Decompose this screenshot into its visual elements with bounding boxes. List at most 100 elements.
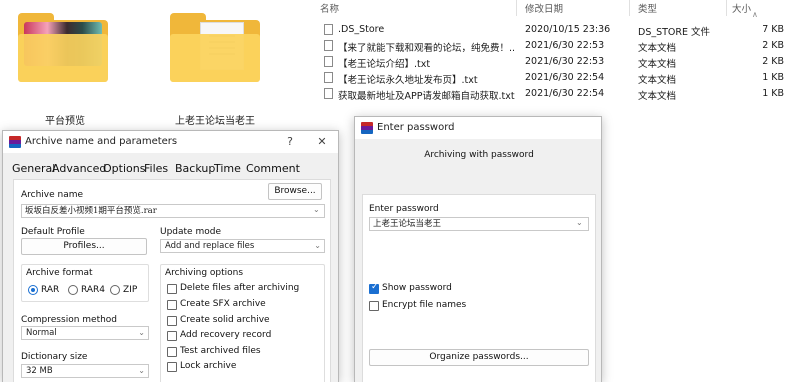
file-type: 文本文档 — [638, 59, 677, 70]
file-icon — [324, 40, 333, 51]
checkbox-show-password[interactable] — [369, 282, 379, 294]
file-icon — [324, 56, 333, 67]
file-name: .DS_Store — [338, 24, 385, 35]
create-solid-label[interactable]: Create solid archive — [180, 315, 270, 325]
column-size[interactable]: 大小 — [732, 1, 751, 15]
radio-zip-label[interactable]: ZIP — [123, 285, 137, 295]
delete-files-label[interactable]: Delete files after archiving — [180, 283, 299, 293]
archive-format-group: Archive format RAR RAR4 ZIP — [21, 264, 149, 302]
general-panel: Archive name Browse... 坂坂白反差小视频1期平台预览.ra… — [13, 179, 331, 382]
checkbox-lock-archive[interactable] — [167, 362, 177, 372]
chevron-down-icon[interactable]: ⌄ — [313, 205, 327, 214]
sort-chevron-icon: ∧ — [752, 10, 758, 19]
recovery-record-label[interactable]: Add recovery record — [180, 330, 271, 340]
file-row[interactable]: 【老王论坛永久地址发布页】.txt 2021/6/30 22:54 文本文档 1… — [316, 70, 800, 86]
file-size: 1 KB — [762, 72, 784, 83]
chevron-down-icon: ⌄ — [314, 241, 321, 250]
radio-zip[interactable] — [110, 285, 120, 295]
folder-label[interactable]: 平台预览 — [0, 112, 130, 127]
checkbox-create-sfx[interactable] — [167, 300, 177, 310]
update-mode-label: Update mode — [160, 227, 221, 237]
password-dialog: Enter password Archiving with password E… — [354, 116, 602, 382]
file-date: 2021/6/30 22:53 — [525, 56, 605, 67]
tab-time[interactable]: Time — [214, 162, 241, 175]
winrar-icon — [361, 122, 373, 134]
folder-icon[interactable] — [170, 13, 260, 82]
radio-rar4[interactable] — [68, 285, 78, 295]
file-row[interactable]: 【来了就能下载和观看的论坛，纯免费！... 2021/6/30 22:53 文本… — [316, 38, 800, 54]
archive-dialog-titlebar[interactable]: Archive name and parameters ? ✕ — [3, 131, 338, 153]
checkbox-test-files[interactable] — [167, 347, 177, 357]
radio-rar-label[interactable]: RAR — [41, 285, 59, 295]
file-name: 【老王论坛介绍】.txt — [338, 59, 431, 70]
enter-password-label: Enter password — [369, 204, 439, 214]
column-name[interactable]: 名称 — [320, 1, 339, 15]
chevron-down-icon: ⌄ — [138, 366, 145, 375]
folder-icon[interactable] — [18, 13, 108, 82]
file-icon — [324, 88, 333, 99]
password-panel: Enter password 上老王论坛当老王 ⌄ Show password … — [362, 194, 596, 382]
file-size: 1 KB — [762, 88, 784, 99]
file-date: 2021/6/30 22:54 — [525, 88, 605, 99]
file-row[interactable]: 【老王论坛介绍】.txt 2021/6/30 22:53 文本文档 2 KB — [316, 54, 800, 70]
close-icon[interactable]: ✕ — [314, 134, 330, 150]
archiving-options-group: Archiving options Delete files after arc… — [160, 264, 325, 382]
archive-format-label: Archive format — [26, 268, 93, 278]
file-icon — [324, 72, 333, 83]
tab-advanced[interactable]: Advanced — [52, 162, 106, 175]
password-input[interactable]: 上老王论坛当老王 — [369, 217, 589, 231]
file-icon — [324, 24, 333, 35]
archiving-options-label: Archiving options — [165, 268, 244, 278]
file-type: DS_STORE 文件 — [638, 27, 711, 38]
tab-general[interactable]: General — [12, 162, 55, 175]
file-type: 文本文档 — [638, 43, 677, 54]
file-type: 文本文档 — [638, 75, 677, 86]
compression-method-select[interactable]: Normal ⌄ — [21, 326, 149, 340]
file-list-header: 名称 修改日期 类型 大小 ∧ — [316, 0, 800, 19]
archive-dialog: Archive name and parameters ? ✕ General … — [2, 130, 339, 382]
checkbox-delete-files[interactable] — [167, 284, 177, 294]
update-mode-select[interactable]: Add and replace files ⌄ — [160, 239, 325, 253]
help-button[interactable]: ? — [282, 134, 298, 150]
tab-backup[interactable]: Backup — [175, 162, 215, 175]
default-profile-label: Default Profile — [21, 227, 85, 237]
tab-comment[interactable]: Comment — [246, 162, 300, 175]
browse-button[interactable]: Browse... — [268, 183, 322, 200]
compression-method-value: Normal — [26, 328, 57, 338]
tab-files[interactable]: Files — [144, 162, 168, 175]
encrypt-names-label[interactable]: Encrypt file names — [382, 300, 466, 310]
archive-name-input[interactable]: 坂坂白反差小视频1期平台预览.rar — [21, 204, 325, 218]
show-password-label[interactable]: Show password — [382, 283, 452, 293]
radio-rar[interactable] — [28, 285, 38, 295]
profiles-button[interactable]: Profiles... — [21, 238, 147, 255]
radio-rar4-label[interactable]: RAR4 — [81, 285, 105, 295]
file-row[interactable]: .DS_Store 2020/10/15 23:36 DS_STORE 文件 7… — [316, 22, 800, 38]
file-date: 2021/6/30 22:54 — [525, 72, 605, 83]
folder-label[interactable]: 上老王论坛当老王 — [150, 112, 280, 127]
winrar-icon — [9, 136, 21, 148]
file-name: 【老王论坛永久地址发布页】.txt — [338, 75, 478, 86]
organize-passwords-button[interactable]: Organize passwords... — [369, 349, 589, 366]
file-name: 获取最新地址及APP请发邮箱自动获取.txt — [338, 91, 515, 102]
compression-method-label: Compression method — [21, 315, 118, 325]
password-dialog-title: Enter password — [377, 122, 455, 133]
dictionary-size-label: Dictionary size — [21, 352, 88, 362]
password-dialog-titlebar[interactable]: Enter password — [355, 117, 601, 139]
file-date: 2021/6/30 22:53 — [525, 40, 605, 51]
column-type[interactable]: 类型 — [638, 1, 657, 15]
checkbox-encrypt-names[interactable] — [369, 301, 379, 311]
lock-archive-label[interactable]: Lock archive — [180, 361, 236, 371]
file-size: 2 KB — [762, 40, 784, 51]
file-name: 【来了就能下载和观看的论坛，纯免费！... — [338, 43, 516, 54]
checkbox-create-solid[interactable] — [167, 316, 177, 326]
create-sfx-label[interactable]: Create SFX archive — [180, 299, 266, 309]
dictionary-size-select[interactable]: 32 MB ⌄ — [21, 364, 149, 378]
file-size: 7 KB — [762, 24, 784, 35]
file-row[interactable]: 获取最新地址及APP请发邮箱自动获取.txt 2021/6/30 22:54 文… — [316, 86, 800, 102]
checkbox-recovery-record[interactable] — [167, 331, 177, 341]
test-files-label[interactable]: Test archived files — [180, 346, 261, 356]
column-date[interactable]: 修改日期 — [525, 1, 563, 15]
tab-options[interactable]: Options — [103, 162, 145, 175]
chevron-down-icon[interactable]: ⌄ — [576, 218, 592, 227]
file-size: 2 KB — [762, 56, 784, 67]
